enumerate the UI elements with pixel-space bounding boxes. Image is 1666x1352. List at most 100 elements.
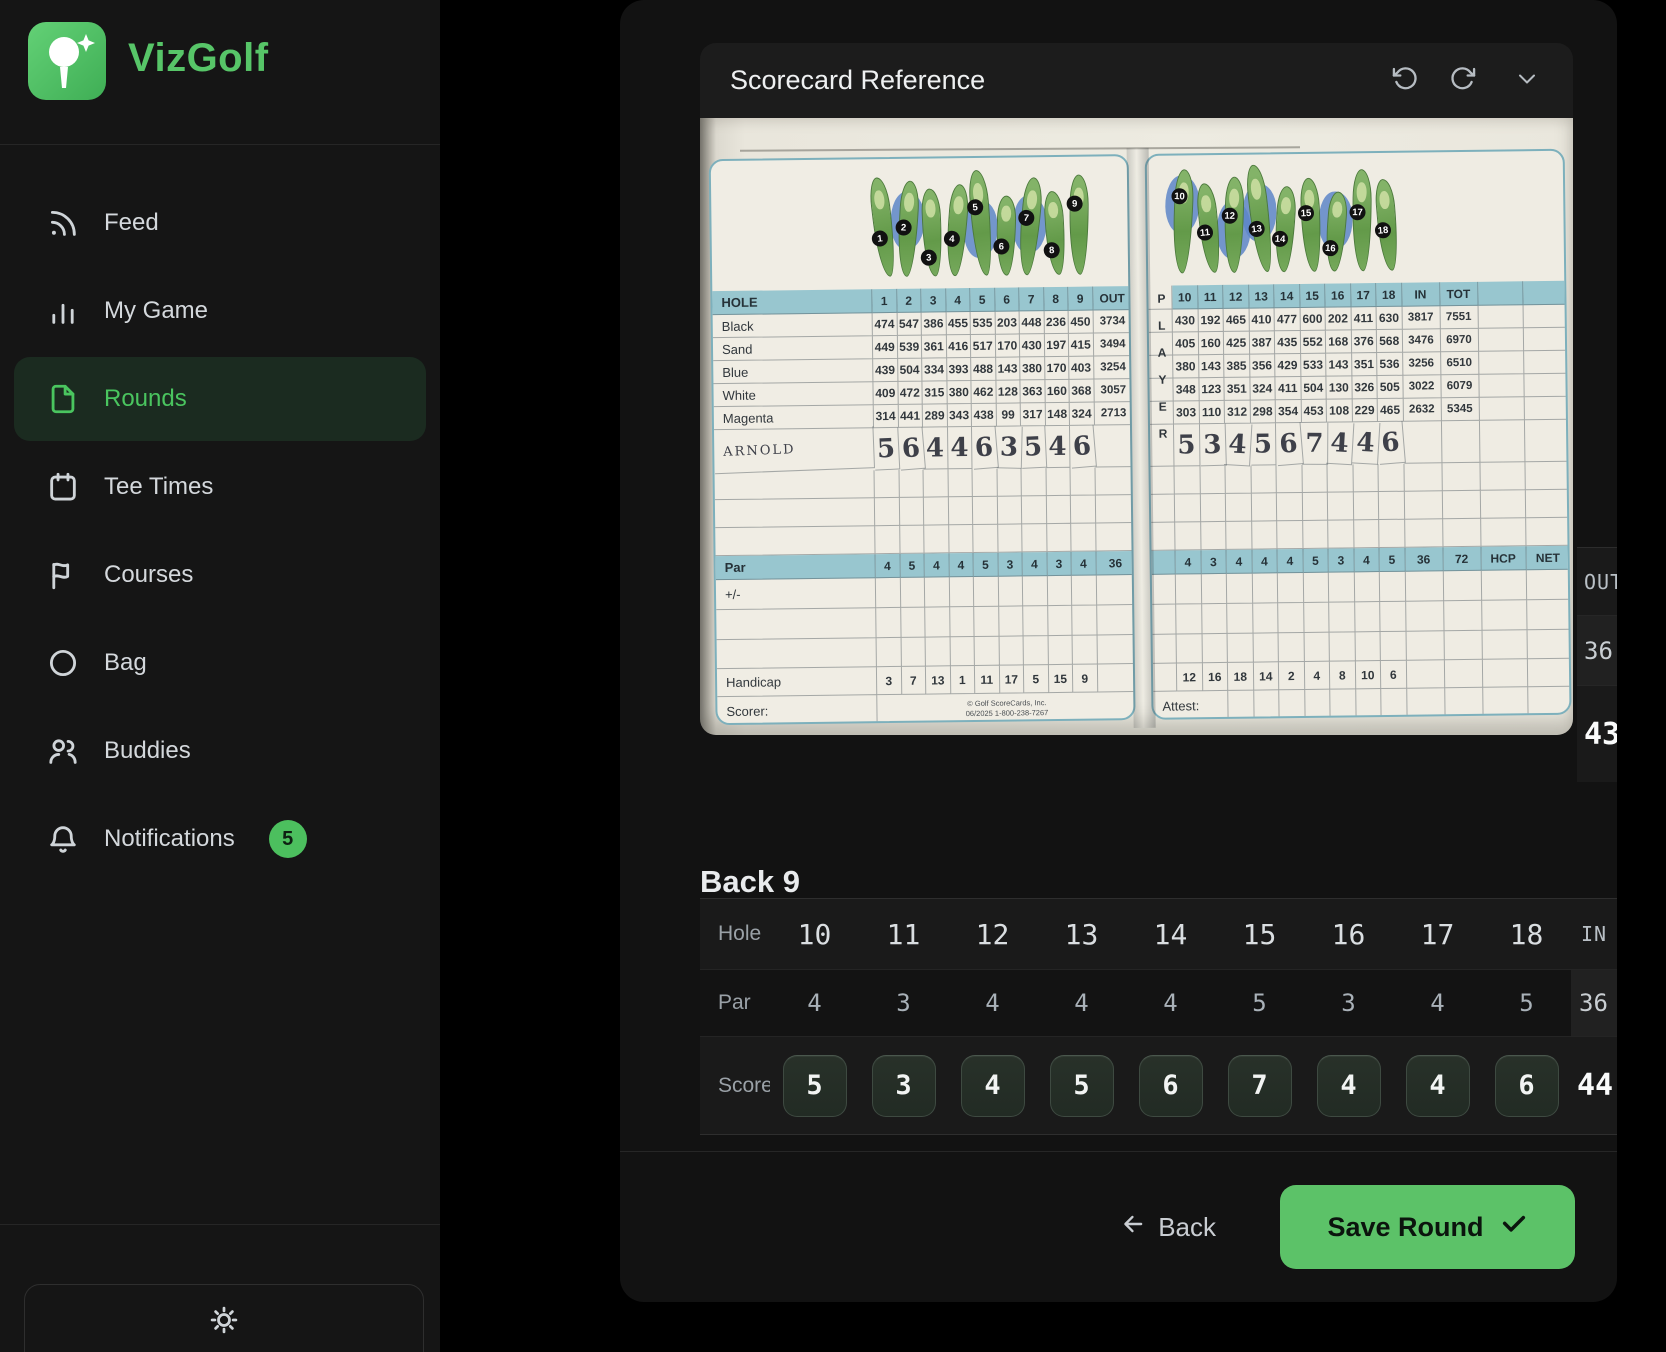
scorecard-cell	[1330, 689, 1356, 719]
scorecard-cell: 3734	[1093, 310, 1133, 333]
back9-table: Hole101112131415161718INPar43444534536Sc…	[700, 898, 1617, 1135]
scorecard-cell: IN	[1402, 282, 1440, 306]
rotate-cw-icon	[1449, 65, 1477, 96]
scorecard-paper: 123456789HOLE123456789OUTBlack4745473864…	[700, 118, 1573, 735]
scorecard-cell	[1525, 462, 1570, 491]
score-input-hole-14[interactable]: 6	[1139, 1055, 1203, 1117]
theme-toggle-button[interactable]	[24, 1284, 424, 1352]
scorecard-cell	[1174, 466, 1200, 494]
score-input-hole-17[interactable]: 4	[1406, 1055, 1470, 1117]
scorecard-cell: 2632	[1403, 398, 1441, 421]
scorecard-cell: 18	[1376, 283, 1402, 307]
sidebar-item-buddies[interactable]: Buddies	[14, 709, 426, 793]
sidebar-item-notifications[interactable]: Notifications5	[14, 797, 426, 881]
scorecard-cell: 170	[995, 334, 1020, 357]
scorecard-cell	[1303, 521, 1329, 549]
scorecard-cell: 429	[1275, 354, 1301, 377]
scorecard-cell: 449	[873, 336, 898, 359]
rotate-cw-button[interactable]	[1447, 65, 1479, 97]
scorecard-cell: 405	[1173, 332, 1199, 355]
scorecard-cell	[1379, 492, 1405, 520]
scorecard-cell: 5	[1020, 426, 1046, 469]
sidebar-item-feed[interactable]: Feed	[14, 181, 426, 265]
scorecard-cell	[1404, 491, 1442, 519]
scorecard-cell	[925, 607, 950, 637]
scorecard-cell: 630	[1377, 307, 1403, 330]
sun-icon	[209, 1305, 239, 1338]
score-input-hole-13[interactable]: 5	[1050, 1055, 1114, 1117]
scorecard-cell	[1526, 518, 1571, 547]
scorecard-cell: 143	[996, 357, 1021, 380]
score-input-hole-15[interactable]: 7	[1228, 1055, 1292, 1117]
scorecard-cell	[1482, 600, 1527, 631]
scorecard-cell	[1478, 305, 1523, 329]
scorecard-cell	[1254, 690, 1280, 720]
scorecard-cell: 403	[1069, 357, 1094, 380]
scorecard-cell	[1227, 574, 1253, 604]
back9-hole-17: 17	[1393, 899, 1482, 969]
circle-icon	[46, 646, 80, 680]
scorecard-cell	[1252, 573, 1278, 603]
save-round-label: Save Round	[1327, 1212, 1483, 1243]
score-input-hole-11[interactable]: 3	[872, 1055, 936, 1117]
scorecard-cell	[1355, 632, 1381, 661]
sidebar-item-my-game[interactable]: My Game	[14, 269, 426, 353]
back9-par-in-total: 36	[1571, 969, 1617, 1037]
scorecard-cell: Sand	[713, 336, 873, 361]
scorecard-cell: 600	[1300, 308, 1326, 331]
back9-par-hole-13: 4	[1037, 969, 1126, 1037]
scorecard-cell: 130	[1326, 376, 1352, 399]
scorecard-cell	[1152, 551, 1176, 575]
scorecard-cell: 474	[873, 313, 898, 336]
scorecard-cell: Blue	[713, 359, 873, 384]
scorecard-cell	[1302, 493, 1328, 521]
scorecard-cell: 15	[1048, 665, 1073, 693]
hole-illustration-4: 4	[944, 184, 970, 277]
hole-illustration-15: 15	[1299, 177, 1322, 272]
logo-row: VizGolf	[0, 0, 440, 144]
scorecard-cell	[1328, 520, 1354, 548]
scorecard-cell	[1095, 467, 1135, 495]
scorecard-cell	[1329, 572, 1355, 602]
scorecard-cell	[973, 525, 998, 553]
scorecard-cell: Par	[716, 554, 876, 580]
score-input-hole-10[interactable]: 5	[783, 1055, 847, 1117]
back9-par-hole-18: 5	[1482, 969, 1571, 1037]
scorecard-cell	[1072, 576, 1097, 606]
scorecard-cell: Attest:	[1153, 691, 1228, 720]
scorecard-cell	[1277, 521, 1303, 549]
score-input-hole-12[interactable]: 4	[961, 1055, 1025, 1117]
hole-number-badge: 14	[1272, 230, 1289, 247]
scorecard-cell	[875, 470, 900, 498]
score-input-hole-18[interactable]: 6	[1495, 1055, 1559, 1117]
back-button[interactable]: Back	[1114, 1210, 1222, 1245]
scorecard-cell	[924, 497, 949, 525]
rotate-ccw-button[interactable]	[1389, 65, 1421, 97]
scorecard-cell	[926, 637, 951, 666]
sidebar-item-courses[interactable]: Courses	[14, 533, 426, 617]
scorecard-cell: 504	[898, 359, 923, 382]
sidebar-item-rounds[interactable]: Rounds	[14, 357, 426, 441]
scorecard-cell: 393	[947, 358, 972, 381]
hole-illustration-12: 12	[1223, 177, 1244, 273]
scorecard-cell: 6	[1069, 425, 1097, 469]
scorecard-cell: 4	[1072, 552, 1097, 576]
score-input-hole-16[interactable]: 4	[1317, 1055, 1381, 1117]
scorecard-cell: 5	[970, 288, 995, 312]
chevron-down-icon	[1515, 67, 1539, 94]
scorecard-cell	[1478, 281, 1523, 306]
scorecard-cell: 12	[1177, 663, 1203, 691]
scorecard-cell: 289	[923, 404, 948, 427]
sidebar-item-tee-times[interactable]: Tee Times	[14, 445, 426, 529]
scorecard-cell	[1481, 518, 1526, 547]
scorecard-cell	[973, 469, 998, 497]
save-round-button[interactable]: Save Round	[1280, 1185, 1575, 1269]
collapse-card-button[interactable]	[1511, 65, 1543, 97]
scorecard-cell	[1523, 305, 1568, 329]
scorecard-cell	[875, 498, 900, 526]
sidebar-item-bag[interactable]: Bag	[14, 621, 426, 705]
scorecard-cell: 192	[1198, 309, 1224, 332]
users-icon	[46, 734, 80, 768]
check-icon	[1500, 1210, 1528, 1245]
scorecard-cell: OUT	[1093, 286, 1133, 310]
